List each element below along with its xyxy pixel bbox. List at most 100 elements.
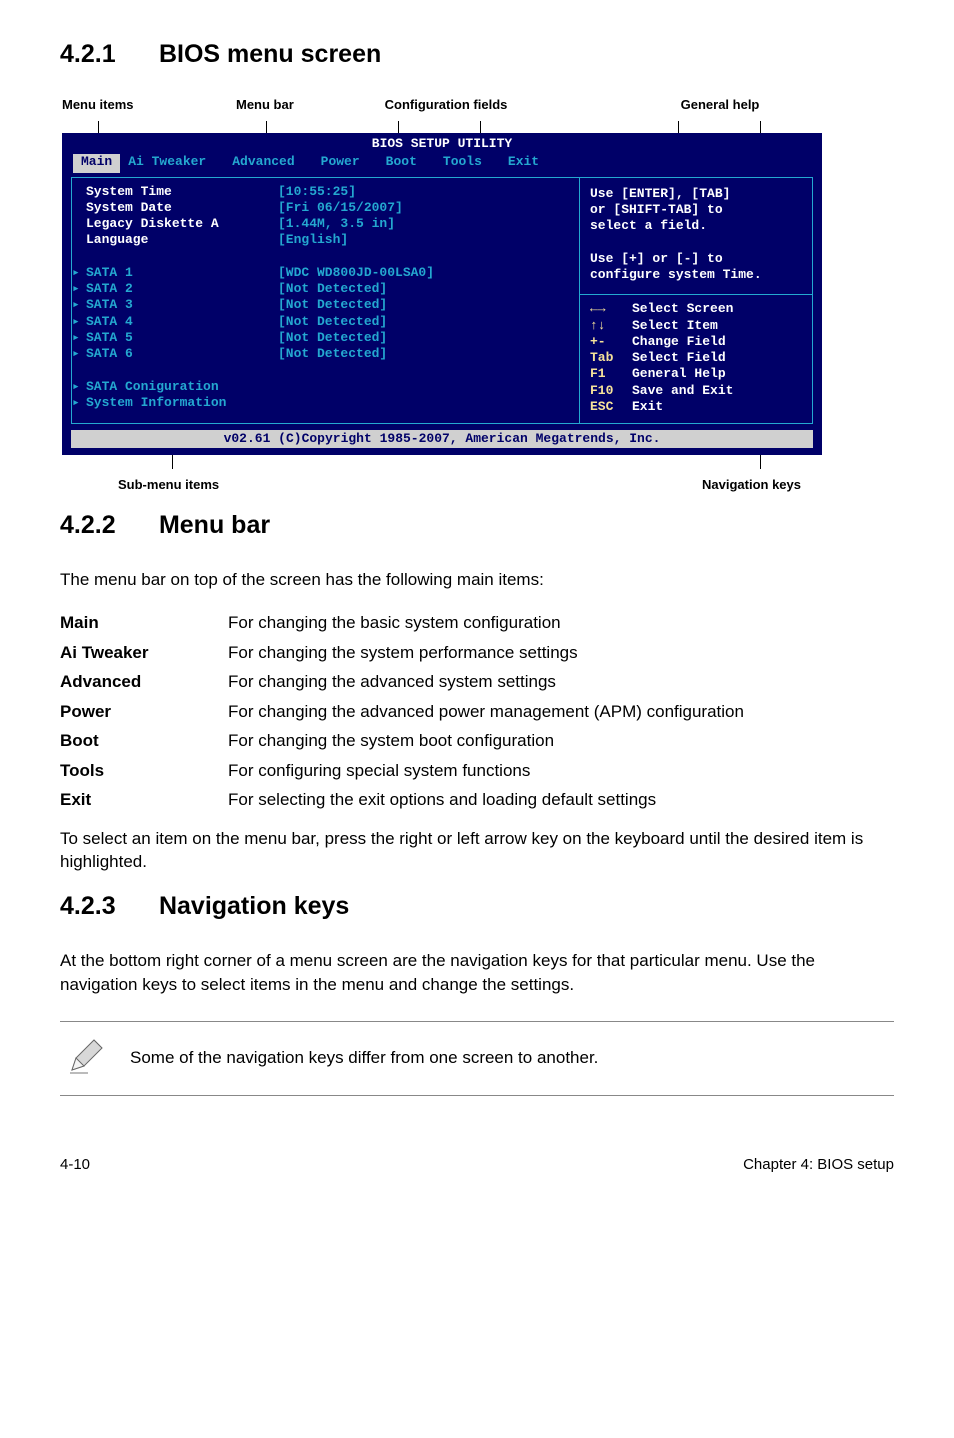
- bios-tab-tools[interactable]: Tools: [435, 154, 500, 172]
- field-label[interactable]: Legacy Diskette A: [86, 216, 278, 232]
- nav-key: +-: [590, 334, 632, 350]
- sub-menu-item[interactable]: SATA Coniguration: [86, 379, 278, 395]
- nav-key-label: Save and Exit: [632, 383, 733, 399]
- bios-tab-main[interactable]: Main: [73, 154, 120, 172]
- definition-desc: For changing the basic system configurat…: [228, 610, 894, 636]
- footer-page-num: 4-10: [60, 1156, 90, 1173]
- nav-key-row: F10Save and Exit: [590, 383, 802, 399]
- nav-key: ←→: [590, 301, 632, 317]
- sub-menu-item[interactable]: SATA 1: [86, 265, 278, 281]
- section-4-2-1-title: 4.2.1 BIOS menu screen: [60, 40, 894, 69]
- nav-key-label: Change Field: [632, 334, 726, 350]
- help-line: Use [ENTER], [TAB]: [590, 186, 802, 202]
- definition-row: BootFor changing the system boot configu…: [60, 728, 894, 754]
- note-box: Some of the navigation keys differ from …: [60, 1021, 894, 1096]
- anno-sub-menu: Sub-menu items: [118, 477, 219, 492]
- bios-left-panel: System Time[10:55:25]System Date[Fri 06/…: [71, 177, 580, 425]
- field-value[interactable]: [1.44M, 3.5 in]: [278, 216, 569, 232]
- field-value: [Not Detected]: [278, 281, 569, 297]
- section-4-2-1-text: BIOS menu screen: [159, 40, 381, 68]
- help-line: [590, 234, 802, 250]
- field-value: [278, 395, 569, 411]
- definition-term: Boot: [60, 728, 228, 754]
- menu-bar-definitions: MainFor changing the basic system config…: [60, 610, 894, 813]
- sub-menu-item[interactable]: SATA 6: [86, 346, 278, 362]
- nav-key-row: ←→Select Screen: [590, 301, 802, 317]
- definition-term: Ai Tweaker: [60, 640, 228, 666]
- bios-help-text: Use [ENTER], [TAB]or [SHIFT-TAB] toselec…: [580, 178, 812, 295]
- nav-key-label: Exit: [632, 399, 663, 415]
- definition-row: MainFor changing the basic system config…: [60, 610, 894, 636]
- definition-desc: For changing the advanced power manageme…: [228, 699, 894, 725]
- anno-config-fields: Configuration fields: [356, 97, 536, 112]
- definition-term: Exit: [60, 787, 228, 813]
- nav-key-row: F1General Help: [590, 366, 802, 382]
- sub-menu-item[interactable]: System Information: [86, 395, 278, 411]
- definition-row: PowerFor changing the advanced power man…: [60, 699, 894, 725]
- top-annotation-row: Menu items Menu bar Configuration fields…: [60, 97, 894, 121]
- definition-term: Tools: [60, 758, 228, 784]
- help-line: Use [+] or [-] to: [590, 251, 802, 267]
- field-value[interactable]: [Fri 06/15/2007]: [278, 200, 569, 216]
- nav-key-row: +-Change Field: [590, 334, 802, 350]
- bios-tab-advanced[interactable]: Advanced: [224, 154, 312, 172]
- footer-chapter: Chapter 4: BIOS setup: [743, 1156, 894, 1173]
- nav-key-label: Select Screen: [632, 301, 733, 317]
- bios-setup-utility: BIOS SETUP UTILITY Main Ai Tweaker Advan…: [62, 133, 822, 455]
- sub-menu-item[interactable]: SATA 2: [86, 281, 278, 297]
- bottom-annotation-row: Sub-menu items Navigation keys: [60, 455, 894, 503]
- definition-desc: For selecting the exit options and loadi…: [228, 787, 894, 813]
- field-label[interactable]: System Date: [86, 200, 278, 216]
- section-4-2-3-title: 4.2.3 Navigation keys: [60, 892, 894, 921]
- bios-tab-boot[interactable]: Boot: [378, 154, 435, 172]
- field-value: [Not Detected]: [278, 314, 569, 330]
- nav-key: Tab: [590, 350, 632, 366]
- help-line: or [SHIFT-TAB] to: [590, 202, 802, 218]
- definition-row: Ai TweakerFor changing the system perfor…: [60, 640, 894, 666]
- nav-key-row: ESCExit: [590, 399, 802, 415]
- s422-outro: To select an item on the menu bar, press…: [60, 827, 894, 875]
- anno-menu-bar: Menu bar: [236, 97, 294, 112]
- bios-tab-ai-tweaker[interactable]: Ai Tweaker: [120, 154, 224, 172]
- nav-key: F1: [590, 366, 632, 382]
- sub-menu-item[interactable]: SATA 3: [86, 297, 278, 313]
- note-text: Some of the navigation keys differ from …: [130, 1048, 894, 1068]
- definition-row: ToolsFor configuring special system func…: [60, 758, 894, 784]
- definition-row: AdvancedFor changing the advanced system…: [60, 669, 894, 695]
- nav-key: ESC: [590, 399, 632, 415]
- definition-desc: For configuring special system functions: [228, 758, 894, 784]
- field-value: [278, 379, 569, 395]
- sub-menu-item[interactable]: SATA 5: [86, 330, 278, 346]
- bios-copyright: v02.61 (C)Copyright 1985-2007, American …: [71, 430, 813, 448]
- field-value[interactable]: [10:55:25]: [278, 184, 569, 200]
- pencil-icon: [60, 1036, 112, 1081]
- bios-tab-exit[interactable]: Exit: [500, 154, 557, 172]
- nav-key-label: General Help: [632, 366, 726, 382]
- field-value: [Not Detected]: [278, 297, 569, 313]
- sub-menu-item[interactable]: SATA 4: [86, 314, 278, 330]
- field-value: [Not Detected]: [278, 330, 569, 346]
- section-4-2-2-num: 4.2.2: [60, 511, 152, 540]
- page-footer: 4-10 Chapter 4: BIOS setup: [60, 1156, 894, 1173]
- definition-term: Main: [60, 610, 228, 636]
- nav-key-label: Select Field: [632, 350, 726, 366]
- bios-right-panel: Use [ENTER], [TAB]or [SHIFT-TAB] toselec…: [580, 177, 813, 425]
- bios-tab-power[interactable]: Power: [313, 154, 378, 172]
- nav-key: ↑↓: [590, 318, 632, 334]
- nav-key: F10: [590, 383, 632, 399]
- field-value: [Not Detected]: [278, 346, 569, 362]
- field-value[interactable]: [English]: [278, 232, 569, 248]
- nav-key-row: ↑↓Select Item: [590, 318, 802, 334]
- s422-intro: The menu bar on top of the screen has th…: [60, 568, 894, 592]
- field-value: [WDC WD800JD-00LSA0]: [278, 265, 569, 281]
- field-label[interactable]: System Time: [86, 184, 278, 200]
- definition-term: Power: [60, 699, 228, 725]
- help-line: configure system Time.: [590, 267, 802, 283]
- help-line: select a field.: [590, 218, 802, 234]
- definition-row: ExitFor selecting the exit options and l…: [60, 787, 894, 813]
- anno-general-help: General help: [640, 97, 800, 112]
- bios-menubar: Main Ai Tweaker Advanced Power Boot Tool…: [63, 152, 821, 176]
- section-4-2-3-text: Navigation keys: [159, 892, 349, 920]
- definition-desc: For changing the advanced system setting…: [228, 669, 894, 695]
- field-label[interactable]: Language: [86, 232, 278, 248]
